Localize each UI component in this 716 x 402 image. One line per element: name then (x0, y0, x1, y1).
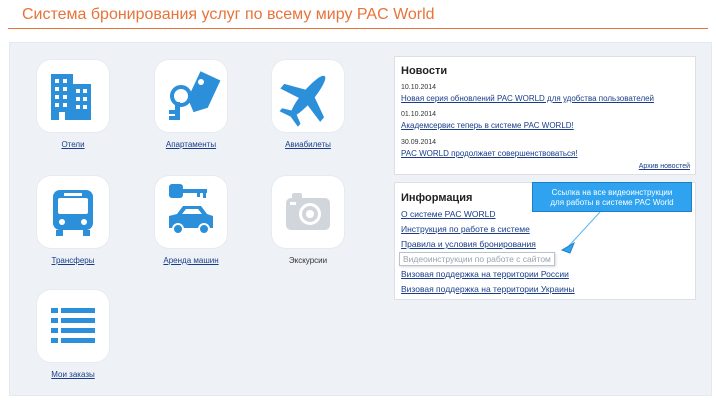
tooltip-text: для работы в системе PAC World (550, 198, 674, 207)
tooltip-callout: Ссылка на все видеоинструкции для работы… (532, 182, 692, 212)
tooltip-text: Ссылка на все видеоинструкции (551, 188, 673, 197)
